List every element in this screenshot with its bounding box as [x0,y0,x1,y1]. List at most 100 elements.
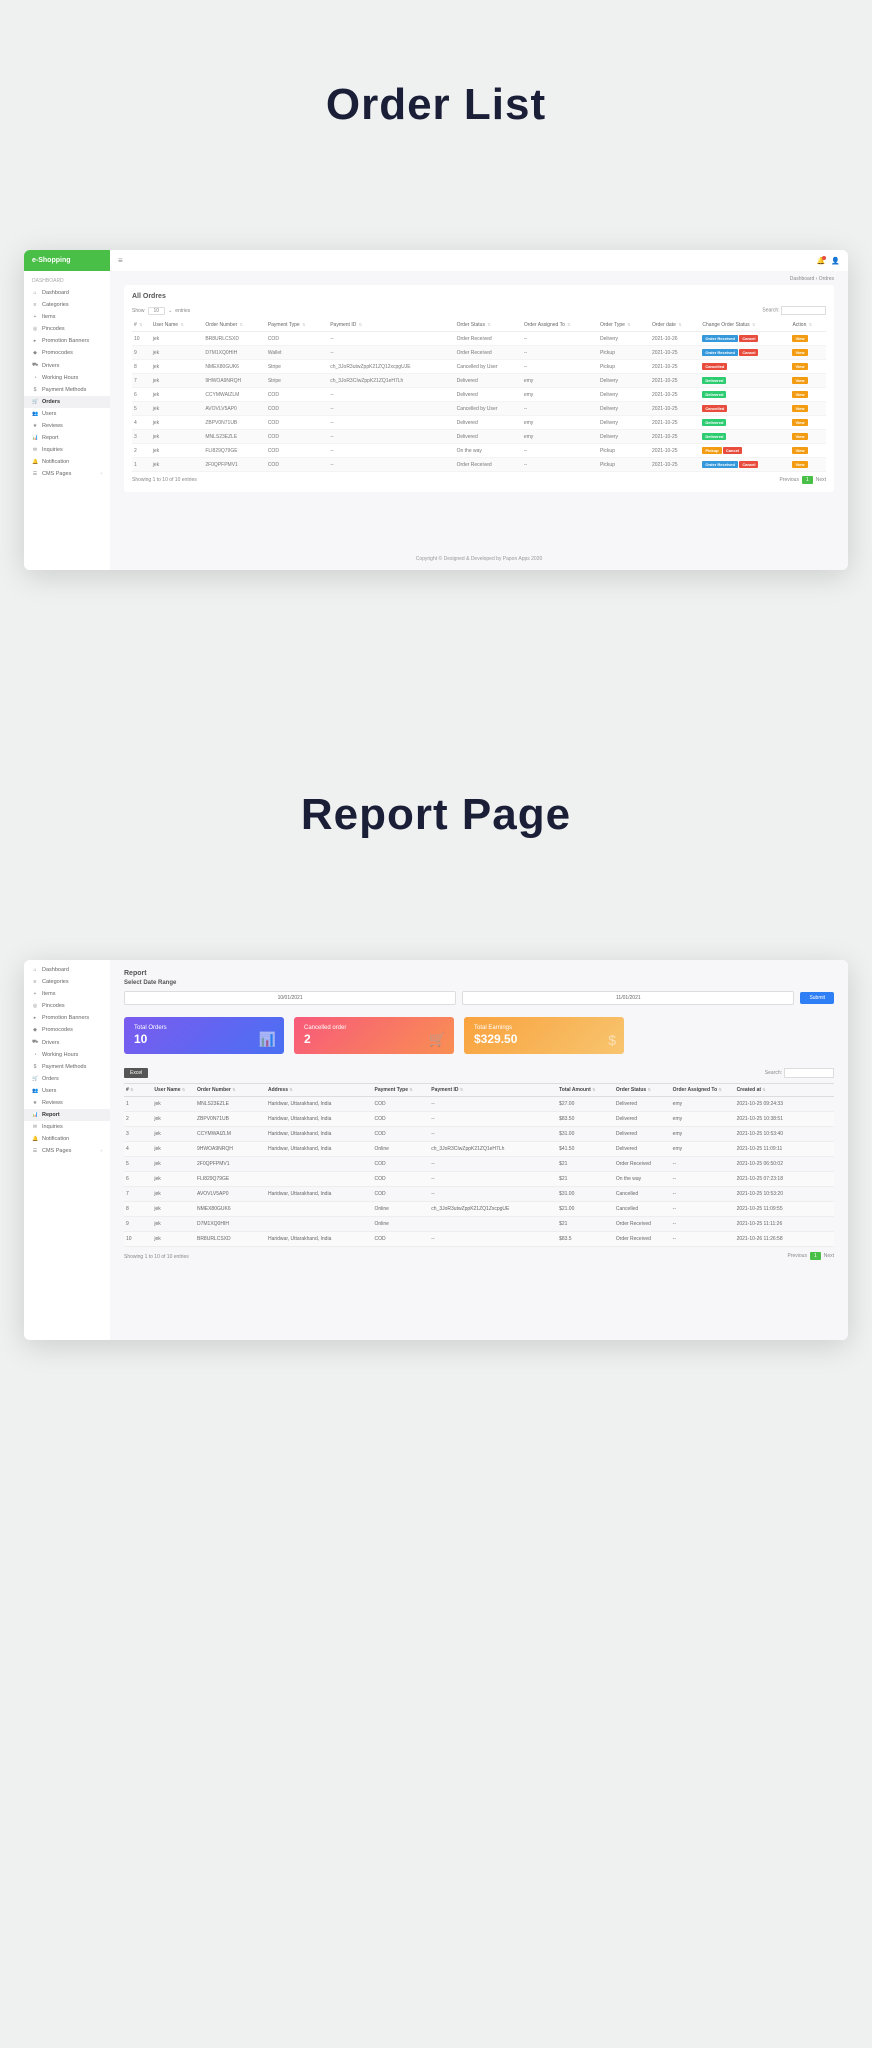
sidebar-item[interactable]: 🛒Orders [24,1073,110,1085]
status-change-button[interactable]: Cancelled [702,405,727,412]
sidebar-item[interactable]: ☰CMS Pages› [24,1145,110,1157]
view-button[interactable]: View [792,405,807,412]
status-change-button[interactable]: Delivered [702,391,726,398]
sidebar-item[interactable]: ✉Inquiries [24,444,110,456]
sidebar-item[interactable]: 🔔Notification [24,1133,110,1145]
col-header[interactable]: Order Number ⇅ [203,319,266,332]
view-button[interactable]: View [792,433,807,440]
col-header[interactable]: Payment Type ⇅ [266,319,328,332]
col-header[interactable]: Order Type ⇅ [598,319,650,332]
col-header[interactable]: Payment ID ⇅ [429,1084,557,1097]
status-change-button[interactable]: Cancel [739,461,758,468]
notification-bell-icon[interactable]: 🔔 [817,257,826,265]
col-header[interactable]: Order Status ⇅ [614,1084,671,1097]
sidebar-item[interactable]: ◆Promocodes [24,1024,110,1036]
sidebar-item[interactable]: 📊Report [24,432,110,444]
view-button[interactable]: View [792,419,807,426]
search-input[interactable] [781,306,826,315]
user-avatar-icon[interactable]: 👤 [831,257,840,265]
col-header[interactable]: Created at ⇅ [735,1084,834,1097]
sidebar-item[interactable]: ◎Pincodes [24,1000,110,1012]
col-header[interactable]: Change Order Status ⇅ [700,319,790,332]
sidebar-item[interactable]: ★Reviews [24,1097,110,1109]
col-header[interactable]: Order Assigned To ⇅ [522,319,598,332]
sidebar-item[interactable]: ★Reviews [24,420,110,432]
search-input[interactable] [784,1068,834,1078]
view-button[interactable]: View [792,391,807,398]
sidebar-item[interactable]: ▸Promotion Banners [24,335,110,347]
sidebar-item[interactable]: 👥Users [24,1085,110,1097]
sidebar-item[interactable]: $Payment Methods [24,1061,110,1073]
sidebar-item[interactable]: ⌂Dashboard [24,287,110,299]
status-change-button[interactable]: Pickup [702,447,721,454]
sidebar-item[interactable]: ◆Promocodes [24,347,110,359]
status-change-button[interactable]: Order Received [702,461,738,468]
col-header[interactable]: Action ⇅ [790,319,826,332]
col-header[interactable]: Order Assigned To ⇅ [671,1084,735,1097]
col-header[interactable]: Order date ⇅ [650,319,700,332]
sidebar-item[interactable]: ⛟Drivers [24,1036,110,1049]
nav-label: Users [42,411,56,417]
col-header[interactable]: Order Number ⇅ [195,1084,266,1097]
prev-button[interactable]: Previous [779,477,798,483]
status-change-button[interactable]: Order Received [702,349,738,356]
view-button[interactable]: View [792,335,807,342]
sidebar-item[interactable]: 🛒Orders [24,396,110,408]
sidebar-item[interactable]: ◎Pincodes [24,323,110,335]
status-change-button[interactable]: Cancel [723,447,742,454]
status-change-button[interactable]: Order Received [702,335,738,342]
sidebar-item[interactable]: ☰CMS Pages› [24,468,110,480]
col-header[interactable]: Address ⇅ [266,1084,373,1097]
col-header[interactable]: Total Amount ⇅ [557,1084,614,1097]
page-size-select[interactable]: 10 [148,307,166,315]
sidebar-item[interactable]: +Items [24,988,110,1000]
status-change-button[interactable]: Cancelled [702,363,727,370]
sidebar-item[interactable]: ⛟Drivers [24,359,110,372]
sidebar-item[interactable]: ✉Inquiries [24,1121,110,1133]
sidebar-item[interactable]: ◔Working Hours [24,1049,110,1061]
status-change-button[interactable]: Delivered [702,377,726,384]
sidebar-item[interactable]: ◔Working Hours [24,372,110,384]
view-button[interactable]: View [792,447,807,454]
sidebar-item[interactable]: 🔔Notification [24,456,110,468]
nav-label: Report [42,435,59,441]
submit-button[interactable]: Submit [800,992,834,1004]
page-1-button[interactable]: 1 [810,1252,821,1260]
excel-button[interactable]: Excel [124,1068,148,1078]
sidebar-item[interactable]: 📊Report [24,1109,110,1121]
col-header[interactable]: User Name ⇅ [152,1084,195,1097]
status-change-button[interactable]: Delivered [702,433,726,440]
next-button[interactable]: Next [824,1253,834,1259]
sidebar-item[interactable]: 👥Users [24,408,110,420]
nav-label: Promotion Banners [42,1015,89,1021]
sidebar-item[interactable]: ≡Categories [24,299,110,311]
date-to-input[interactable] [462,991,794,1005]
sidebar-item[interactable]: +Items [24,311,110,323]
view-button[interactable]: View [792,377,807,384]
breadcrumb-dashboard[interactable]: Dashboard [790,276,814,282]
prev-button[interactable]: Previous [787,1253,806,1259]
view-button[interactable]: View [792,461,807,468]
sidebar-item[interactable]: ≡Categories [24,976,110,988]
status-change-button[interactable]: Delivered [702,419,726,426]
search-label: Search: [765,1070,782,1076]
date-from-input[interactable] [124,991,456,1005]
col-header[interactable]: # ⇅ [124,1084,152,1097]
menu-toggle-icon[interactable]: ≡ [118,256,123,265]
nav-icon: ☰ [32,471,38,477]
col-header[interactable]: Payment ID ⇅ [328,319,454,332]
page-1-button[interactable]: 1 [802,476,813,484]
view-button[interactable]: View [792,363,807,370]
view-button[interactable]: View [792,349,807,356]
next-button[interactable]: Next [816,477,826,483]
col-header[interactable]: # ⇅ [132,319,151,332]
sidebar-item[interactable]: $Payment Methods [24,384,110,396]
sidebar-item[interactable]: ⌂Dashboard [24,964,110,976]
status-change-button[interactable]: Cancel [739,349,758,356]
status-change-button[interactable]: Cancel [739,335,758,342]
sidebar-item[interactable]: ▸Promotion Banners [24,1012,110,1024]
col-header[interactable]: Order Status ⇅ [455,319,522,332]
col-header[interactable]: Payment Type ⇅ [372,1084,429,1097]
col-header[interactable]: User Name ⇅ [151,319,204,332]
nav-icon: ✉ [32,447,38,453]
